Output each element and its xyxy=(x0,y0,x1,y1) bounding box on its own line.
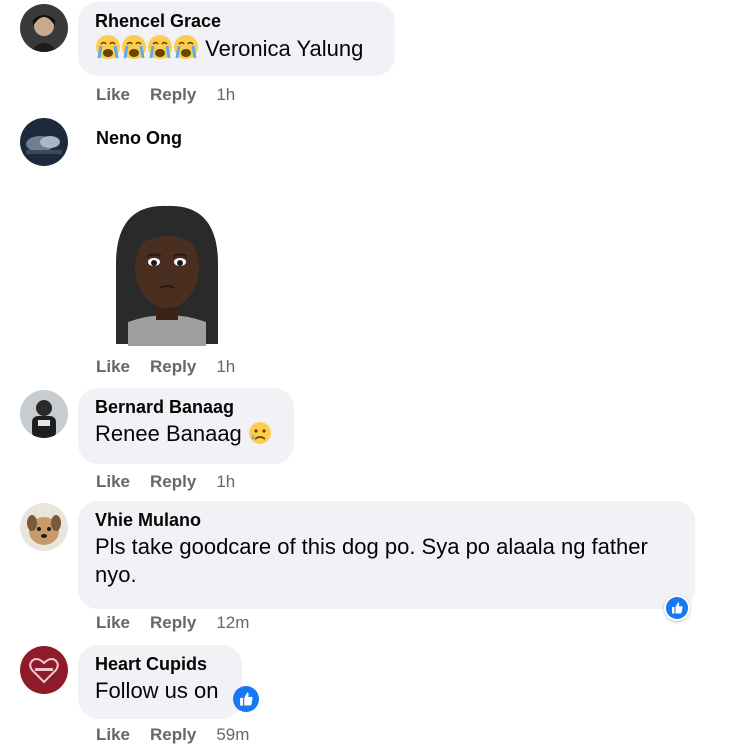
comment-author[interactable]: Rhencel Grace xyxy=(95,10,377,32)
avatar[interactable] xyxy=(20,503,68,551)
comment-bubble: Rhencel Grace Veronica Yalung xyxy=(78,2,395,76)
comment-timestamp[interactable]: 1h xyxy=(216,472,235,492)
comment-text: Veronica Yalung xyxy=(205,36,364,61)
comment-actions: Like Reply 1h xyxy=(96,356,235,378)
avatar[interactable] xyxy=(20,646,68,694)
comment-text: Pls take goodcare of this dog po. Sya po… xyxy=(95,534,648,587)
like-button[interactable]: Like xyxy=(96,613,130,633)
reply-button[interactable]: Reply xyxy=(150,357,196,377)
reaction-badge[interactable] xyxy=(664,595,690,621)
like-button[interactable]: Like xyxy=(96,725,130,745)
comment-timestamp[interactable]: 12m xyxy=(216,613,249,633)
sticker-avatar-image[interactable] xyxy=(106,204,228,346)
comment-actions: Like Reply 1h xyxy=(96,471,235,493)
like-icon xyxy=(233,686,259,712)
comment-author[interactable]: Bernard Banaag xyxy=(95,396,276,418)
comment-text: Follow us on xyxy=(95,678,219,703)
avatar[interactable] xyxy=(20,4,68,52)
crying-face-icon xyxy=(173,34,199,67)
crying-face-icon xyxy=(121,34,147,67)
comment-actions: Like Reply 1h xyxy=(96,84,235,106)
avatar[interactable] xyxy=(20,390,68,438)
comment-text-row: Renee Banaag xyxy=(95,420,276,452)
like-button[interactable]: Like xyxy=(96,472,130,492)
comment-bubble: Vhie Mulano Pls take goodcare of this do… xyxy=(78,501,695,609)
comment-timestamp[interactable]: 1h xyxy=(216,357,235,377)
comment-text: Renee Banaag xyxy=(95,421,242,446)
avatar[interactable] xyxy=(20,118,68,166)
comment-text-row: Veronica Yalung xyxy=(95,34,377,67)
comment-author[interactable]: Heart Cupids xyxy=(95,653,224,675)
sad-tear-face-icon xyxy=(248,421,272,452)
comment-actions: Like Reply 59m xyxy=(96,724,249,746)
crying-face-icon xyxy=(147,34,173,67)
comment-bubble: Heart Cupids Follow us on xyxy=(78,645,242,719)
comment-author[interactable]: Vhie Mulano xyxy=(95,509,677,531)
comment-actions: Like Reply 12m xyxy=(96,612,249,634)
comment-text-row: Follow us on xyxy=(95,677,224,705)
comment-bubble: Bernard Banaag Renee Banaag xyxy=(78,388,294,464)
comment-timestamp[interactable]: 1h xyxy=(216,85,235,105)
reply-button[interactable]: Reply xyxy=(150,725,196,745)
reply-button[interactable]: Reply xyxy=(150,613,196,633)
reply-button[interactable]: Reply xyxy=(150,472,196,492)
reply-button[interactable]: Reply xyxy=(150,85,196,105)
crying-face-icon xyxy=(95,34,121,67)
like-icon xyxy=(666,597,688,619)
comment-author[interactable]: Neno Ong xyxy=(96,127,182,149)
like-button[interactable]: Like xyxy=(96,85,130,105)
like-button[interactable]: Like xyxy=(96,357,130,377)
comment-timestamp[interactable]: 59m xyxy=(216,725,249,745)
